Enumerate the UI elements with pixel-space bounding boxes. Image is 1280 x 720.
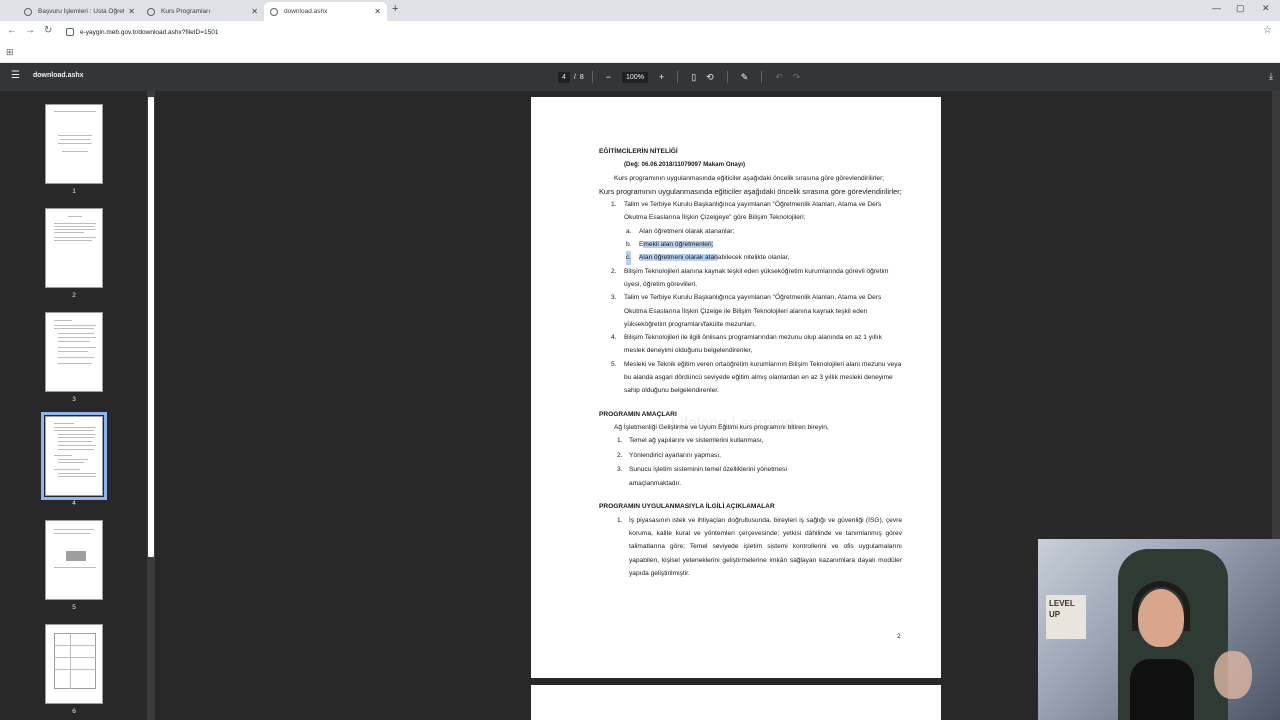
divider bbox=[677, 71, 679, 83]
thumbnail-number: 3 bbox=[72, 396, 76, 403]
tab-title: Başvuru İşlemleri : Usta Öğretici bbox=[38, 8, 125, 15]
menu-icon[interactable]: ☰ bbox=[11, 70, 20, 81]
divider bbox=[726, 71, 728, 83]
tab-title: download.ashx bbox=[284, 8, 328, 15]
list-item: 2. Bilişim Teknolojileri alanına kaynak t… bbox=[611, 267, 889, 288]
list-item: 3. Talim ve Terbiye Kurulu Başkanlığınca … bbox=[611, 294, 882, 328]
page-content: EĞİTİMCİLERİN NİTELİĞİ (Değ: 06.06.2018/… bbox=[599, 145, 902, 580]
paragraph: Kurs programının uygulanmasında eğiticil… bbox=[599, 186, 902, 196]
rotate-icon[interactable]: ⟲ bbox=[706, 72, 714, 83]
tab-title: Kurs Programları bbox=[161, 8, 211, 15]
browser-toolbar: ← → ↻ e-yaygin.meb.gov.tr/download.ashx?… bbox=[0, 21, 1280, 43]
thumbnail-page-5[interactable] bbox=[45, 520, 103, 600]
thumbnail-number: 5 bbox=[72, 604, 76, 611]
sub-list-item: c. Alan öğretmeni olarak atanabilecek nit… bbox=[599, 251, 902, 265]
page-number-input[interactable]: 4 bbox=[558, 71, 570, 83]
tab-download[interactable]: download.ashx ✕ bbox=[264, 2, 387, 21]
thumbnail-number: 4 bbox=[72, 500, 76, 507]
new-tab-button[interactable]: + bbox=[392, 3, 398, 15]
thumbnail-number: 2 bbox=[72, 292, 76, 299]
thumbnail-page-1[interactable] bbox=[45, 104, 103, 184]
download-icon[interactable]: ⤓ bbox=[1269, 71, 1273, 82]
headphones bbox=[1132, 581, 1190, 631]
zoom-in-button[interactable]: + bbox=[659, 72, 664, 82]
section-title: EĞİTİMCİLERİN NİTELİĞİ bbox=[599, 148, 678, 155]
sidebar-scroll-thumb[interactable] bbox=[148, 97, 154, 557]
thumbnail-page-6[interactable] bbox=[45, 624, 103, 704]
thumbnail-page-2[interactable] bbox=[45, 208, 103, 288]
globe-icon bbox=[24, 7, 32, 16]
list-item: 5. Mesleki ve Teknik eğitim veren ortaöğr… bbox=[611, 360, 902, 395]
reload-icon[interactable]: ↻ bbox=[44, 25, 52, 36]
globe-icon bbox=[270, 7, 278, 16]
tab-strip: Başvuru İşlemleri : Usta Öğretici ✕ Kurs… bbox=[0, 0, 1280, 21]
minimize-button[interactable]: — bbox=[1212, 3, 1221, 13]
list-item: 1. Talim ve Terbiye Kurulu Başkanlığınca … bbox=[611, 201, 882, 222]
thumbnail-number: 1 bbox=[72, 188, 76, 195]
bookmarks-bar: ⊞ bbox=[0, 43, 1280, 63]
pdf-page: Lifelong Learning EĞİTİMCİLERİN NİTELİĞİ… bbox=[531, 97, 941, 678]
url-text: e-yaygin.meb.gov.tr/download.ashx?fileID… bbox=[80, 28, 219, 36]
back-icon[interactable]: ← bbox=[7, 25, 17, 36]
person-body bbox=[1130, 659, 1194, 720]
apps-grid-icon[interactable]: ⊞ bbox=[6, 47, 14, 58]
close-icon[interactable]: ✕ bbox=[128, 7, 135, 16]
total-pages: 8 bbox=[579, 73, 584, 81]
zoom-level-input[interactable]: 100% bbox=[622, 71, 648, 83]
maximize-button[interactable]: ▢ bbox=[1236, 3, 1245, 14]
sidebar-scrollbar[interactable] bbox=[147, 91, 155, 720]
divider bbox=[591, 71, 593, 83]
text-selection: mekli alan öğretmenleri; bbox=[643, 241, 714, 249]
person-hand bbox=[1214, 651, 1252, 699]
list-item: 3. Sunucu işletim sisteminin temel özelli… bbox=[617, 465, 787, 473]
thumbnail-sidebar: 1 2 3 4 5 6 bbox=[0, 91, 147, 720]
section-title: PROGRAMIN AMAÇLARI bbox=[599, 410, 677, 418]
tab-basvuru[interactable]: Başvuru İşlemleri : Usta Öğretici ✕ bbox=[18, 2, 141, 21]
section-note: (Değ: 06.06.2018/11079097 Makam Onayı) bbox=[624, 161, 746, 169]
sub-list-item: b. Emekli alan öğretmenleri; bbox=[626, 241, 714, 249]
list-item: 1. İş piyasasının istek ve ihtiyaçları do… bbox=[617, 516, 902, 577]
file-name: download.ashx bbox=[33, 72, 84, 79]
paragraph: amaçlanmaktadır. bbox=[629, 480, 682, 488]
poster: LEVEL UP bbox=[1046, 595, 1086, 639]
page-separator: / bbox=[573, 73, 576, 81]
bookmark-star-icon[interactable]: ☆ bbox=[1263, 25, 1272, 36]
thumbnail-page-4[interactable] bbox=[41, 412, 107, 500]
annotate-icon[interactable]: ✎ bbox=[741, 72, 749, 83]
address-bar[interactable]: e-yaygin.meb.gov.tr/download.ashx?fileID… bbox=[62, 24, 1262, 40]
window-close-button[interactable]: ✕ bbox=[1262, 3, 1270, 14]
paragraph: Kurs programının uygulanmasında eğiticil… bbox=[614, 174, 885, 182]
close-icon[interactable]: ✕ bbox=[374, 7, 381, 16]
zoom-out-button[interactable]: − bbox=[606, 72, 611, 82]
tab-kurs-programlari[interactable]: Kurs Programları ✕ bbox=[141, 2, 264, 21]
redo-icon[interactable]: ↷ bbox=[793, 72, 801, 83]
paragraph: Ağ İşletmenliği Geliştirme ve Uyum Eğiti… bbox=[614, 423, 829, 431]
list-item: 4. Bilişim Teknolojileri ile ilgili önlis… bbox=[611, 334, 882, 355]
list-item: 1. Temel ağ yapılarını ve sistemlerini ku… bbox=[617, 437, 764, 445]
pdf-page-next bbox=[531, 685, 941, 720]
forward-icon[interactable]: → bbox=[25, 25, 35, 36]
site-info-icon[interactable] bbox=[66, 28, 74, 36]
webcam-overlay: LEVEL UP bbox=[1038, 539, 1280, 720]
globe-icon bbox=[147, 7, 155, 16]
thumbnail-number: 6 bbox=[72, 708, 76, 715]
list-item: 2. Yönlendirici ayarlarını yapması, bbox=[617, 451, 721, 459]
sub-list-item: a. Alan öğretmeni olarak atananlar; bbox=[626, 227, 735, 235]
text-selection: Alan öğretmeni olarak atan bbox=[639, 254, 718, 262]
undo-icon[interactable]: ↶ bbox=[775, 72, 783, 83]
section-title: PROGRAMIN UYGULANMASIYLA İLGİLİ AÇIKLAMA… bbox=[599, 503, 775, 511]
divider bbox=[761, 71, 763, 83]
thumbnail-page-3[interactable] bbox=[45, 312, 103, 392]
fit-page-icon[interactable]: ▯ bbox=[691, 72, 696, 83]
page-number: 2 bbox=[897, 633, 901, 640]
close-icon[interactable]: ✕ bbox=[251, 7, 258, 16]
pdf-toolbar: ☰ download.ashx 4 / 8 − 100% + ▯ ⟲ ✎ ↶ ↷… bbox=[0, 63, 1280, 91]
page-controls: 4 / 8 − 100% + ▯ ⟲ ✎ ↶ ↷ bbox=[558, 69, 805, 85]
